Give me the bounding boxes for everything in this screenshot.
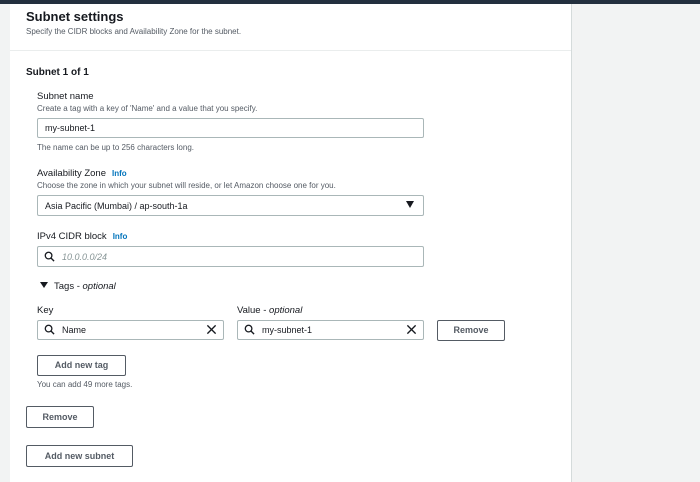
add-new-tag-button[interactable]: Add new tag — [37, 355, 126, 376]
az-description: Choose the zone in which your subnet wil… — [37, 181, 336, 190]
tag-value-input[interactable]: my-subnet-1 — [237, 320, 424, 340]
remove-subnet-button[interactable]: Remove — [26, 406, 94, 428]
clear-icon[interactable] — [406, 324, 417, 335]
az-label: Availability Zone — [37, 168, 107, 179]
subnet-settings-panel: Subnet settings Specify the CIDR blocks … — [10, 4, 572, 482]
tags-toggle-optional: optional — [82, 281, 116, 292]
az-info-link[interactable]: Info — [112, 169, 127, 178]
subnet-name-label: Subnet name — [37, 91, 94, 102]
tags-remaining-text: You can add 49 more tags. — [37, 380, 133, 389]
tags-expand-toggle[interactable]: Tags - optional — [40, 281, 116, 292]
az-select[interactable]: Asia Pacific (Mumbai) / ap-south-1a — [37, 195, 424, 216]
cidr-placeholder: 10.0.0.0/24 — [62, 252, 108, 262]
tag-value-optional: optional — [269, 305, 303, 316]
cidr-label: IPv4 CIDR block — [37, 231, 107, 242]
add-new-subnet-button[interactable]: Add new subnet — [26, 445, 133, 467]
search-icon — [44, 251, 55, 262]
caret-down-icon — [406, 201, 414, 208]
tag-key-input[interactable]: Name — [37, 320, 224, 340]
cidr-label-row: IPv4 CIDR block Info — [37, 231, 127, 242]
remove-tag-button[interactable]: Remove — [437, 320, 505, 341]
panel-header: Subnet settings Specify the CIDR blocks … — [10, 4, 571, 51]
tag-value-header-row: Value - optional — [237, 305, 302, 316]
tag-value-header: Value - — [237, 305, 270, 316]
page-title: Subnet settings — [26, 9, 124, 24]
subnet-name-value: my-subnet-1 — [45, 123, 96, 133]
tag-key-header: Key — [37, 305, 54, 316]
subnet-name-description: Create a tag with a key of 'Name' and a … — [37, 104, 258, 113]
tag-key-value: Name — [62, 325, 87, 335]
tag-value-value: my-subnet-1 — [262, 325, 313, 335]
subnet-section-title: Subnet 1 of 1 — [26, 67, 89, 78]
az-selected-value: Asia Pacific (Mumbai) / ap-south-1a — [45, 201, 188, 211]
search-icon — [244, 324, 255, 335]
cidr-input[interactable]: 10.0.0.0/24 — [37, 246, 424, 267]
page-subtitle: Specify the CIDR blocks and Availability… — [26, 27, 242, 36]
search-icon — [44, 324, 55, 335]
subnet-name-constraint: The name can be up to 256 characters lon… — [37, 143, 194, 152]
az-label-row: Availability Zone Info — [37, 168, 127, 179]
clear-icon[interactable] — [206, 324, 217, 335]
tags-toggle-label: Tags - — [54, 281, 83, 292]
caret-down-icon — [40, 282, 48, 288]
cidr-info-link[interactable]: Info — [113, 232, 128, 241]
subnet-name-input[interactable]: my-subnet-1 — [37, 118, 424, 138]
